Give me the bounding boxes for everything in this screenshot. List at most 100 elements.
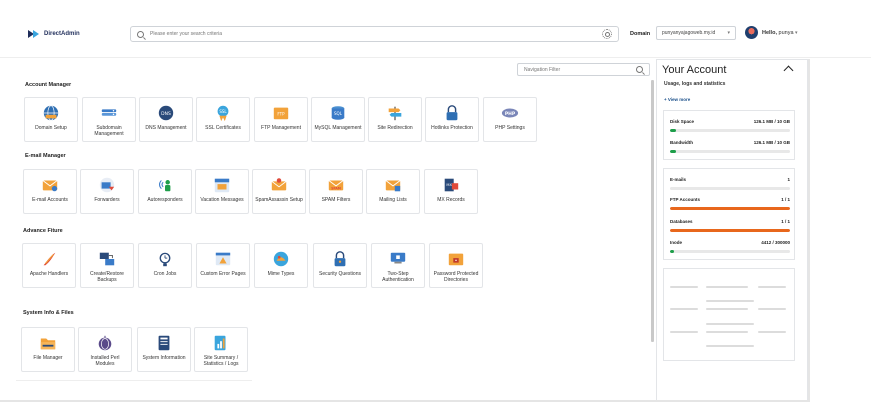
feature-card-label: MySQL Management [314,125,362,131]
feature-card-site-summary-statistics-logs[interactable]: Site Summary / Statistics / Logs [194,327,248,372]
feature-card-mysql-management[interactable]: SQL MySQL Management [311,97,365,142]
directadmin-logo[interactable]: DirectAdmin [28,28,80,40]
feature-card-mailing-lists[interactable]: Mailing Lists [366,169,420,214]
skeleton-line [706,345,754,347]
feature-card-cron-jobs[interactable]: Cron Jobs [138,243,192,288]
hello-label: Hello, [762,30,777,36]
folder-icon [39,334,57,352]
feature-card-subdomain-management[interactable]: Subdomain Management [82,97,136,142]
feature-card-two-step-authentication[interactable]: Two-Step Authentication [371,243,425,288]
stat-value: 1 / 1 [781,219,790,224]
domain-select-value: punyanyajagoweb.my.id [662,30,716,36]
feature-card-mime-types[interactable]: Mime Types [254,243,308,288]
feature-card-password-protected-directories[interactable]: Password Protected Directories [429,243,483,288]
feature-card-label: SSL Certificates [205,125,241,131]
signpost-icon [386,104,404,122]
feature-card-e-mail-accounts[interactable]: E-mail Accounts [23,169,77,214]
stat-value: 1 [787,177,790,182]
skeleton-line [670,331,698,333]
feature-card-apache-handlers[interactable]: Apache Handlers [22,243,76,288]
feature-card-label: MX Records [437,197,465,203]
stat-label: E-mails [670,177,687,182]
feature-card-forwarders[interactable]: Forwarders [80,169,134,214]
php-icon: PHP [501,104,519,122]
skeleton-line [706,286,748,288]
usage-bar [670,207,790,210]
mailing-list-icon [384,176,402,194]
error-page-icon [214,250,232,268]
feature-card-label: Password Protected Directories [433,271,479,283]
feature-card-installed-perl-modules[interactable]: Installed Perl Modules [78,327,132,372]
system-info-icon [155,334,173,352]
feature-card-label: Apache Handlers [29,271,69,277]
chevron-down-icon: ▾ [795,30,798,36]
feature-card-label: Mailing Lists [379,197,407,203]
feature-card-label: DNS Management [145,125,187,131]
mx-records-icon: MX [442,176,460,194]
frame-edge-right [808,59,810,402]
feature-card-label: Create/Restore Backups [90,271,124,283]
feature-card-file-manager[interactable]: File Manager [21,327,75,372]
stat-label: Disk Space [670,119,695,124]
feature-card-ssl-certificates[interactable]: SSL SSL Certificates [196,97,250,142]
feature-card-label: Site Summary / Statistics / Logs [203,355,239,367]
usage-bar-fill [670,129,676,132]
feature-card-autoresponders[interactable]: Autoresponders [138,169,192,214]
navigation-filter[interactable]: Navigation Filter [517,63,650,76]
logo-text: DirectAdmin [44,31,80,37]
stat-ftp-accounts: FTP Accounts 1 / 1 [670,197,790,210]
feature-card-label: Installed Perl Modules [90,355,120,367]
usage-bar [670,187,790,190]
feature-card-label: Mime Types [267,271,295,277]
stat-value: 1 / 1 [781,197,790,202]
perl-onion-icon [96,334,114,352]
feature-card-mx-records[interactable]: MX MX Records [424,169,478,214]
skeleton-line [670,308,698,310]
avatar[interactable] [745,26,758,39]
cron-icon [156,250,174,268]
security-lock-icon [331,250,349,268]
spam-envelope-icon [270,176,288,194]
feature-card-site-redirection[interactable]: Site Redirection [368,97,422,142]
section-title-advance-fiture: Advance Fiture [23,228,63,234]
usage-bar-fill [670,229,790,232]
feature-card-label: SPAM Filters [321,197,351,203]
vacation-icon [213,176,231,194]
usage-bar [670,229,790,232]
feature-card-spamassassin-setup[interactable]: SpamAssassin Setup [252,169,306,214]
stat-label: Inode [670,240,682,245]
usage-bar [670,150,790,153]
skeleton-line [706,331,748,333]
global-search-bar[interactable] [130,26,619,42]
autoresponder-icon [156,176,174,194]
feature-card-label: E-mail Accounts [32,197,68,203]
domain-select[interactable]: punyanyajagoweb.my.id ▾ [656,26,736,40]
ftp-folder-icon: FTP [272,104,290,122]
usage-bar-fill [670,150,676,153]
feature-card-label: Vacation Messages [200,197,244,203]
feature-card-create-restore-backups[interactable]: Create/Restore Backups [80,243,134,288]
feature-card-hotlinks-protection[interactable]: Hotlinks Protection [425,97,479,142]
feature-card-label: Forwarders [94,197,120,203]
gear-icon[interactable] [602,29,612,39]
global-search-input[interactable] [150,31,602,37]
username: punya [778,30,794,36]
stat-label: FTP Accounts [670,197,701,202]
feature-card-spam-filters[interactable]: SPAM SPAM Filters [309,169,363,214]
feature-card-dns-management[interactable]: DNS DNS Management [139,97,193,142]
view-more-link[interactable]: + View more [664,97,690,102]
user-menu[interactable]: Hello, punya ▾ [762,30,798,36]
feature-card-php-settings[interactable]: PHP PHP Settings [483,97,537,142]
feature-card-vacation-messages[interactable]: Vacation Messages [195,169,249,214]
your-account-title: Your Account [662,64,727,76]
feature-card-custom-error-pages[interactable]: Custom Error Pages [196,243,250,288]
feature-card-ftp-management[interactable]: FTP FTP Management [254,97,308,142]
feature-card-domain-setup[interactable]: Domain Setup [24,97,78,142]
usage-bar [670,250,790,253]
feature-card-security-questions[interactable]: Security Questions [313,243,367,288]
feature-card-system-information[interactable]: System Information [137,327,191,372]
scrollbar-thumb[interactable] [651,80,654,342]
stat-inode: Inode 4412 / 300000 [670,240,790,253]
svg-text:SPAM: SPAM [331,187,341,191]
svg-text:PHP: PHP [505,111,516,117]
